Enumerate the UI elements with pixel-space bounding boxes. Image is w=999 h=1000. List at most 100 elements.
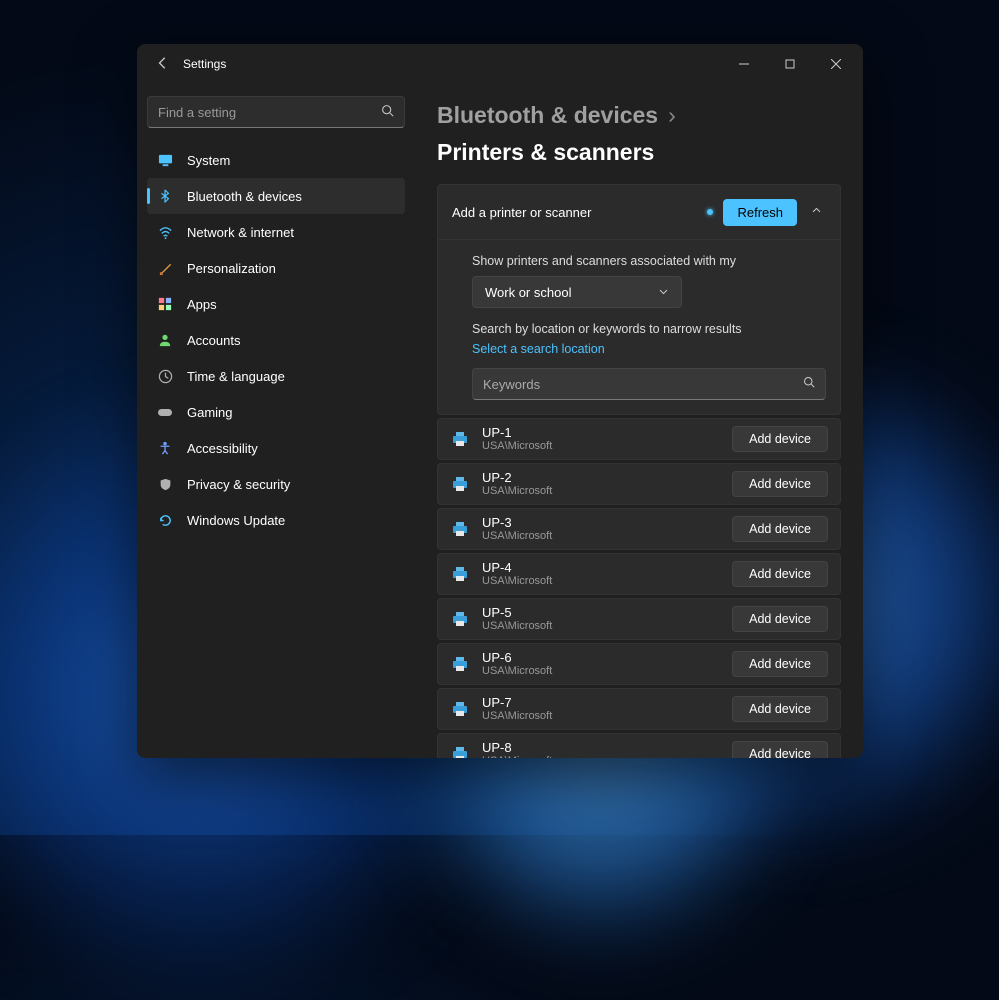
- loading-spinner-icon: [707, 209, 713, 215]
- sidebar-item-time-language[interactable]: Time & language: [147, 358, 405, 394]
- sidebar-item-label: Privacy & security: [187, 477, 290, 492]
- device-location: USA\Microsoft: [482, 485, 720, 498]
- search-input[interactable]: [158, 105, 381, 120]
- display-icon: [157, 152, 173, 168]
- sidebar-item-label: Windows Update: [187, 513, 285, 528]
- breadcrumb: Bluetooth & devices › Printers & scanner…: [437, 102, 841, 166]
- sidebar-item-network-internet[interactable]: Network & internet: [147, 214, 405, 250]
- add-device-button[interactable]: Add device: [732, 651, 828, 677]
- device-row: UP-4 USA\Microsoft Add device: [437, 553, 841, 595]
- select-location-link[interactable]: Select a search location: [472, 342, 605, 356]
- window-title: Settings: [183, 57, 721, 71]
- device-row: UP-8 USA\Microsoft Add device: [437, 733, 841, 758]
- sidebar-item-gaming[interactable]: Gaming: [147, 394, 405, 430]
- accessibility-icon: [157, 440, 173, 456]
- device-location: USA\Microsoft: [482, 620, 720, 633]
- device-location: USA\Microsoft: [482, 530, 720, 543]
- sidebar-item-bluetooth-devices[interactable]: Bluetooth & devices: [147, 178, 405, 214]
- search-box[interactable]: [147, 96, 405, 128]
- collapse-toggle[interactable]: [807, 205, 826, 219]
- device-row: UP-2 USA\Microsoft Add device: [437, 463, 841, 505]
- scope-value: Work or school: [485, 285, 571, 300]
- search-icon: [803, 375, 815, 393]
- sidebar-item-label: System: [187, 153, 230, 168]
- sidebar-item-personalization[interactable]: Personalization: [147, 250, 405, 286]
- device-row: UP-1 USA\Microsoft Add device: [437, 418, 841, 460]
- search-by-label: Search by location or keywords to narrow…: [472, 322, 826, 336]
- settings-window: Settings System Bluetooth & devices N: [137, 44, 863, 758]
- sidebar-item-label: Network & internet: [187, 225, 294, 240]
- device-location: USA\Microsoft: [482, 665, 720, 678]
- clock-icon: [157, 368, 173, 384]
- device-info: UP-1 USA\Microsoft: [482, 425, 720, 454]
- apps-icon: [157, 296, 173, 312]
- titlebar: Settings: [137, 44, 863, 84]
- device-location: USA\Microsoft: [482, 575, 720, 588]
- device-info: UP-8 USA\Microsoft: [482, 740, 720, 758]
- chevron-down-icon: [658, 285, 669, 300]
- device-name: UP-2: [482, 470, 720, 486]
- maximize-button[interactable]: [767, 44, 813, 84]
- device-name: UP-7: [482, 695, 720, 711]
- sidebar-item-accounts[interactable]: Accounts: [147, 322, 405, 358]
- sidebar-item-windows-update[interactable]: Windows Update: [147, 502, 405, 538]
- add-device-button[interactable]: Add device: [732, 741, 828, 758]
- back-button[interactable]: [149, 56, 177, 73]
- minimize-button[interactable]: [721, 44, 767, 84]
- sidebar-item-label: Gaming: [187, 405, 233, 420]
- device-info: UP-7 USA\Microsoft: [482, 695, 720, 724]
- device-name: UP-3: [482, 515, 720, 531]
- sidebar-item-label: Apps: [187, 297, 217, 312]
- sidebar-item-label: Bluetooth & devices: [187, 189, 302, 204]
- add-printer-card: Add a printer or scanner Refresh Show pr…: [437, 184, 841, 415]
- device-row: UP-3 USA\Microsoft Add device: [437, 508, 841, 550]
- device-info: UP-3 USA\Microsoft: [482, 515, 720, 544]
- sidebar-item-apps[interactable]: Apps: [147, 286, 405, 322]
- printer-icon: [450, 654, 470, 674]
- add-device-button[interactable]: Add device: [732, 561, 828, 587]
- add-device-button[interactable]: Add device: [732, 516, 828, 542]
- keywords-box[interactable]: [472, 368, 826, 400]
- sidebar-item-label: Time & language: [187, 369, 285, 384]
- device-row: UP-6 USA\Microsoft Add device: [437, 643, 841, 685]
- device-location: USA\Microsoft: [482, 710, 720, 723]
- breadcrumb-sep: ›: [668, 102, 676, 129]
- sidebar-item-privacy-security[interactable]: Privacy & security: [147, 466, 405, 502]
- sidebar: System Bluetooth & devices Network & int…: [137, 84, 415, 758]
- breadcrumb-parent[interactable]: Bluetooth & devices: [437, 102, 658, 129]
- close-button[interactable]: [813, 44, 859, 84]
- add-device-button[interactable]: Add device: [732, 471, 828, 497]
- device-location: USA\Microsoft: [482, 755, 720, 758]
- update-icon: [157, 512, 173, 528]
- device-name: UP-1: [482, 425, 720, 441]
- device-info: UP-2 USA\Microsoft: [482, 470, 720, 499]
- shield-icon: [157, 476, 173, 492]
- nav-list: System Bluetooth & devices Network & int…: [147, 142, 405, 538]
- breadcrumb-current: Printers & scanners: [437, 139, 654, 166]
- printer-icon: [450, 474, 470, 494]
- device-location: USA\Microsoft: [482, 440, 720, 453]
- keywords-input[interactable]: [483, 377, 803, 392]
- sidebar-item-label: Accounts: [187, 333, 240, 348]
- refresh-button[interactable]: Refresh: [723, 199, 797, 226]
- brush-icon: [157, 260, 173, 276]
- sidebar-item-accessibility[interactable]: Accessibility: [147, 430, 405, 466]
- sidebar-item-system[interactable]: System: [147, 142, 405, 178]
- device-row: UP-7 USA\Microsoft Add device: [437, 688, 841, 730]
- device-name: UP-5: [482, 605, 720, 621]
- device-name: UP-4: [482, 560, 720, 576]
- add-device-button[interactable]: Add device: [732, 696, 828, 722]
- bluetooth-icon: [157, 188, 173, 204]
- add-device-button[interactable]: Add device: [732, 606, 828, 632]
- device-info: UP-4 USA\Microsoft: [482, 560, 720, 589]
- scope-select[interactable]: Work or school: [472, 276, 682, 308]
- sidebar-item-label: Personalization: [187, 261, 276, 276]
- printer-icon: [450, 429, 470, 449]
- add-device-button[interactable]: Add device: [732, 426, 828, 452]
- device-row: UP-5 USA\Microsoft Add device: [437, 598, 841, 640]
- printer-icon: [450, 564, 470, 584]
- gamepad-icon: [157, 404, 173, 420]
- main-panel: Bluetooth & devices › Printers & scanner…: [415, 84, 863, 758]
- person-icon: [157, 332, 173, 348]
- printer-icon: [450, 699, 470, 719]
